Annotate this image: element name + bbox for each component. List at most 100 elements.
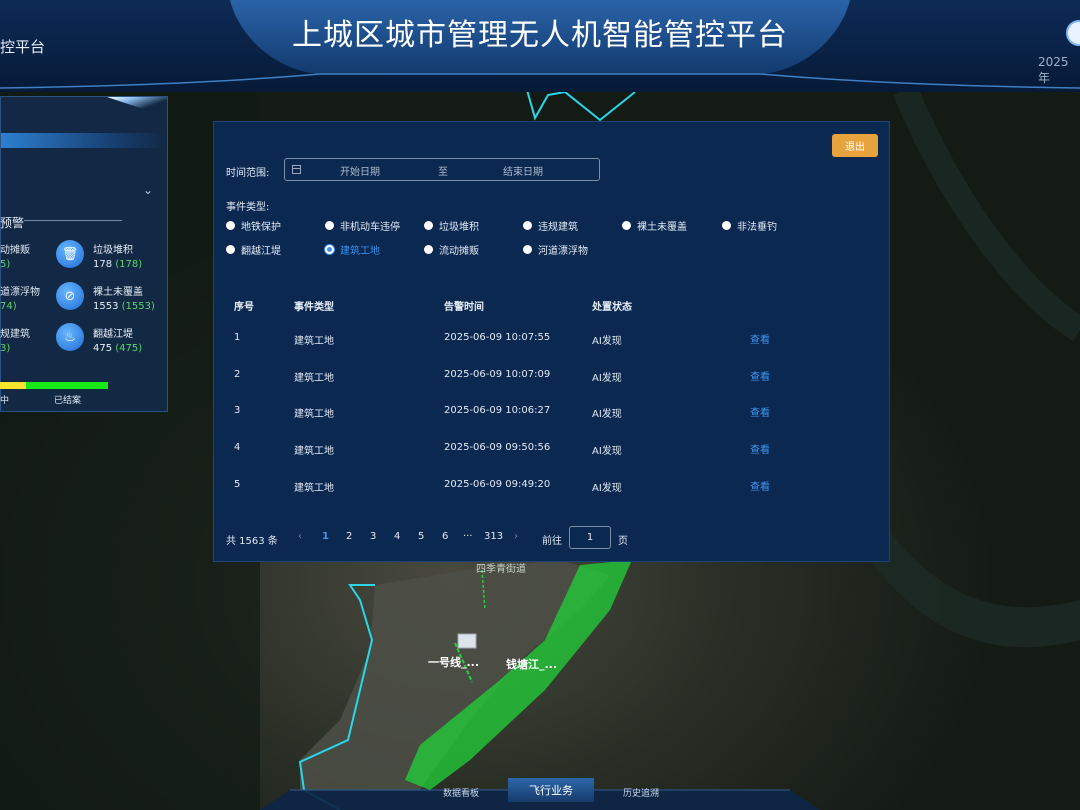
map-label-qiantang-river[interactable]: 钱塘江_... xyxy=(506,656,557,672)
goto-page-input[interactable] xyxy=(569,526,611,549)
progress-label-closed: 已结案 xyxy=(54,396,82,406)
calendar-icon xyxy=(292,165,301,174)
stat-value: 475 (475) xyxy=(93,343,143,354)
page-ellipsis[interactable]: ··· xyxy=(463,531,473,542)
stat-value: 3) xyxy=(0,343,11,354)
start-date-input[interactable]: 开始日期 xyxy=(340,163,380,178)
page-2[interactable]: 2 xyxy=(346,531,352,542)
radio-dot xyxy=(424,245,433,254)
goto-label: 前往 xyxy=(542,536,562,547)
radio-dot xyxy=(622,221,631,230)
tab-history-trace[interactable]: 历史追溯 xyxy=(598,781,684,803)
cell-no: 1 xyxy=(234,332,241,343)
radio-dot xyxy=(523,245,532,254)
radio-climbing-embankment[interactable]: 翻越江堤 xyxy=(226,242,281,257)
stat-label: 规建筑 xyxy=(0,329,30,340)
cell-type: 建筑工地 xyxy=(294,483,334,494)
cell-no: 3 xyxy=(234,405,241,416)
radio-illegal-building[interactable]: 违规建筑 xyxy=(523,218,578,233)
stat-label: 道漂浮物 xyxy=(0,287,40,298)
stat-value: 74) xyxy=(0,301,17,312)
column-header-time: 告警时间 xyxy=(444,302,484,313)
view-link[interactable]: 查看 xyxy=(750,404,770,419)
stat-label: 裸土未覆盖 xyxy=(93,287,143,298)
view-link[interactable]: 查看 xyxy=(750,478,770,493)
next-page-button[interactable]: › xyxy=(514,531,518,542)
road-label: 四季青街道 xyxy=(476,564,526,575)
progress-closed xyxy=(26,382,108,389)
view-link[interactable]: 查看 xyxy=(750,368,770,383)
cell-type: 建筑工地 xyxy=(294,373,334,384)
page-5[interactable]: 5 xyxy=(418,531,424,542)
view-link[interactable]: 查看 xyxy=(750,441,770,456)
stat-value: 1553 (1553) xyxy=(93,301,155,312)
stat-value: 5) xyxy=(0,259,11,270)
flame-icon[interactable]: ♨ xyxy=(56,323,84,351)
radio-bare-soil[interactable]: 裸土未覆盖 xyxy=(622,218,687,233)
trash-icon[interactable]: 🗑 xyxy=(56,240,84,268)
total-count: 共 1563 条 xyxy=(226,536,278,547)
cell-status: AI发现 xyxy=(592,483,622,494)
section-divider xyxy=(24,220,122,221)
chevron-down-icon[interactable]: ⌄ xyxy=(143,183,153,197)
panel-corner-decoration xyxy=(107,97,167,117)
radio-dot-selected xyxy=(325,245,334,254)
cell-no: 2 xyxy=(234,369,241,380)
progress-label-in-progress: 中 xyxy=(0,396,10,406)
radio-street-vendor[interactable]: 流动摊贩 xyxy=(424,242,479,257)
case-progress-bar xyxy=(0,382,108,389)
page-unit-label: 页 xyxy=(618,536,628,547)
cell-status: AI发现 xyxy=(592,373,622,384)
column-header-no: 序号 xyxy=(234,302,254,313)
warning-section-title: 预警 xyxy=(0,216,25,230)
page-1[interactable]: 1 xyxy=(322,531,329,542)
radio-dot xyxy=(424,221,433,230)
radio-nonmotor-parking[interactable]: 非机动车违停 xyxy=(325,218,400,233)
no-dust-icon[interactable]: ⊘ xyxy=(56,282,84,310)
cell-time: 2025-06-09 09:49:20 xyxy=(444,479,551,490)
cell-status: AI发现 xyxy=(592,446,622,457)
page-last[interactable]: 313 xyxy=(484,531,503,542)
stat-label: 动摊贩 xyxy=(0,245,30,256)
radio-dot xyxy=(325,221,334,230)
page-title: 上城区城市管理无人机智能管控平台 xyxy=(292,18,788,53)
page-3[interactable]: 3 xyxy=(370,531,376,542)
range-separator: 至 xyxy=(438,167,448,178)
cell-status: AI发现 xyxy=(592,336,622,347)
header-date: 2025年 xyxy=(1038,55,1069,85)
end-date-input[interactable]: 结束日期 xyxy=(503,163,543,178)
tab-flight-business[interactable]: 飞行业务 xyxy=(508,778,594,802)
radio-garbage-pile[interactable]: 垃圾堆积 xyxy=(424,218,479,233)
cell-time: 2025-06-09 09:50:56 xyxy=(444,442,551,453)
radio-dot xyxy=(226,245,235,254)
column-header-type: 事件类型 xyxy=(294,302,334,313)
cell-status: AI发现 xyxy=(592,409,622,420)
cell-time: 2025-06-09 10:07:55 xyxy=(444,332,551,343)
cell-type: 建筑工地 xyxy=(294,336,334,347)
prev-page-button[interactable]: ‹ xyxy=(298,531,302,542)
tab-data-dashboard[interactable]: 数据看板 xyxy=(418,781,504,803)
cell-time: 2025-06-09 10:06:27 xyxy=(444,405,551,416)
radio-subway-protection[interactable]: 地铁保护 xyxy=(226,218,281,233)
view-link[interactable]: 查看 xyxy=(750,331,770,346)
cell-no: 4 xyxy=(234,442,241,453)
radio-dot xyxy=(722,221,731,230)
page-6[interactable]: 6 xyxy=(442,531,448,542)
map-label-metro-line[interactable]: 一号线_... xyxy=(428,654,479,670)
stat-value: 178 (178) xyxy=(93,259,143,270)
panel-header-bar xyxy=(1,133,167,148)
radio-river-debris[interactable]: 河道漂浮物 xyxy=(523,242,588,257)
date-range-picker[interactable]: 开始日期 至 结束日期 xyxy=(284,158,600,181)
cell-no: 5 xyxy=(234,479,241,490)
page-4[interactable]: 4 xyxy=(394,531,400,542)
cell-type: 建筑工地 xyxy=(294,446,334,457)
radio-illegal-fishing[interactable]: 非法垂钓 xyxy=(722,218,777,233)
radio-construction-site[interactable]: 建筑工地 xyxy=(325,242,380,257)
exit-button[interactable]: 退出 xyxy=(832,134,878,157)
column-header-status: 处置状态 xyxy=(592,302,632,313)
cell-time: 2025-06-09 10:07:09 xyxy=(444,369,551,380)
cell-type: 建筑工地 xyxy=(294,409,334,420)
radio-dot xyxy=(523,221,532,230)
event-type-label: 事件类型: xyxy=(226,202,270,213)
stat-label: 翻越江堤 xyxy=(93,329,133,340)
